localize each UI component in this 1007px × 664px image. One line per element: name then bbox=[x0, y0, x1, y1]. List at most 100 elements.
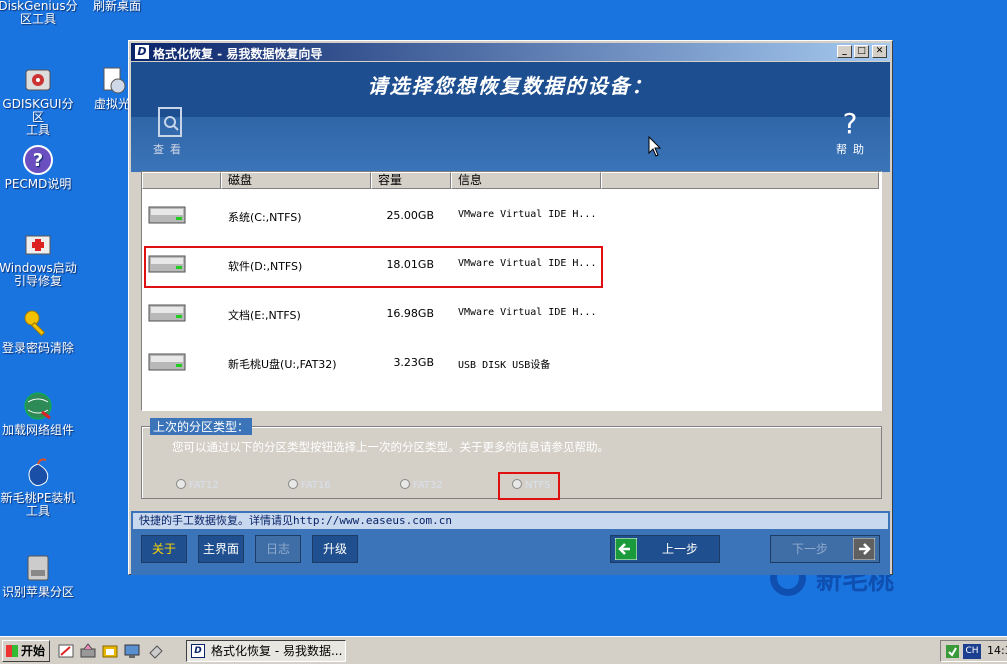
recovery-window: D 格式化恢复 - 易我数据恢复向导 _ □ ✕ 请选择您想恢复数据的设备： 查… bbox=[128, 40, 893, 575]
close-button[interactable]: ✕ bbox=[872, 45, 887, 58]
column-header-blank bbox=[142, 172, 221, 189]
back-button[interactable]: 上一步 bbox=[610, 535, 720, 563]
disk-name: 新毛桃U盘(U:,FAT32) bbox=[228, 358, 337, 371]
about-button[interactable]: 关于 bbox=[141, 535, 187, 563]
radio-label: FAT32 bbox=[413, 480, 443, 491]
radio-fat12[interactable]: FAT12 bbox=[176, 479, 219, 491]
desktop-icon-label: 加载网络组件 bbox=[1, 423, 74, 437]
desktop-icon-label: 登录密码清除 bbox=[1, 341, 74, 355]
group-description: 您可以通过以下的分区类型按钮选择上一次的分区类型。关于更多的信息请参见帮助。 bbox=[172, 440, 609, 454]
view-icon bbox=[158, 107, 182, 137]
desktop-icon-label: 识别苹果分区 bbox=[1, 585, 74, 599]
desktop-icon-pe-installer[interactable]: 新毛桃PE装机 工具 bbox=[0, 458, 78, 518]
virtual-drive-icon bbox=[103, 67, 126, 94]
highlight-ntfs bbox=[498, 472, 560, 500]
hard-disk-icon bbox=[148, 304, 186, 322]
desktop-icon-diskgenius[interactable]: DiskGenius分 区工具 bbox=[0, 0, 78, 26]
quicklaunch-disk-icon[interactable] bbox=[80, 643, 96, 659]
desktop-icon-label: PECMD说明 bbox=[4, 177, 72, 191]
desktop-icon-boot-repair[interactable]: Windows启动 引导修复 bbox=[0, 228, 78, 288]
disk-capacity: 3.23GB bbox=[393, 356, 434, 369]
table-row[interactable]: 系统(C:,NTFS) 25.00GB VMware Virtual IDE H… bbox=[142, 192, 879, 240]
column-header-capacity[interactable]: 容量 bbox=[371, 172, 451, 189]
view-button[interactable]: 查看 bbox=[153, 107, 187, 157]
desktop-icon-apple-partition[interactable]: 识别苹果分区 bbox=[0, 552, 78, 599]
desktop-icon-label: 新毛桃PE装机 工具 bbox=[0, 491, 76, 518]
mouse-cursor-icon bbox=[648, 136, 662, 157]
radio-label: FAT16 bbox=[301, 480, 331, 491]
maximize-button[interactable]: □ bbox=[854, 45, 869, 58]
table-row[interactable]: 新毛桃U盘(U:,FAT32) 3.23GB USB DISK USB设备 bbox=[142, 339, 879, 387]
app-logo-icon: D bbox=[135, 45, 149, 59]
desktop-icon-label: DiskGenius分 区工具 bbox=[0, 0, 78, 26]
windows-flag-icon bbox=[6, 645, 18, 657]
taskbar: 开始 D 格式化恢复 - 易我数据... CH 14:3 bbox=[0, 636, 1007, 664]
disk-capacity: 25.00GB bbox=[386, 209, 434, 222]
desktop-icon-pecmd[interactable]: ? PECMD说明 bbox=[0, 144, 78, 191]
system-tray: CH 14:3 bbox=[940, 640, 1007, 662]
desktop-icon-label: 刷新桌面 bbox=[92, 0, 141, 13]
start-label: 开始 bbox=[21, 644, 46, 658]
arrow-right-icon bbox=[853, 538, 875, 560]
quicklaunch-tool-icon[interactable] bbox=[58, 643, 74, 659]
info-line: 快捷的手工数据恢复。详情请见http://www.easeus.com.cn bbox=[133, 513, 888, 529]
network-globe-icon bbox=[24, 392, 52, 420]
language-indicator[interactable]: CH bbox=[963, 644, 981, 659]
hard-disk-icon bbox=[148, 206, 186, 224]
disk-info: VMware Virtual IDE H... bbox=[458, 307, 597, 318]
back-label: 上一步 bbox=[661, 542, 698, 556]
window-title: 格式化恢复 - 易我数据恢复向导 bbox=[153, 47, 323, 61]
hard-disk-icon bbox=[148, 353, 186, 371]
quicklaunch-folder-icon[interactable] bbox=[102, 643, 118, 659]
tray-network-icon[interactable] bbox=[945, 644, 960, 659]
column-header-info[interactable]: 信息 bbox=[451, 172, 601, 189]
list-header: 磁盘 容量 信息 bbox=[142, 172, 879, 189]
quicklaunch-eraser-icon[interactable] bbox=[148, 643, 164, 659]
taskbar-window-label: 格式化恢复 - 易我数据... bbox=[211, 644, 343, 658]
disk-info: VMware Virtual IDE H... bbox=[458, 209, 597, 220]
clock: 14:3 bbox=[987, 644, 1007, 657]
key-icon bbox=[24, 310, 46, 337]
desktop-icon-refresh[interactable]: 刷新桌面 bbox=[77, 0, 157, 13]
desktop-icon-label: Windows启动 引导修复 bbox=[0, 261, 77, 288]
help-button[interactable]: ? 帮助 bbox=[836, 107, 870, 157]
page-headline: 请选择您想恢复数据的设备： bbox=[367, 74, 654, 98]
radio-fat32[interactable]: FAT32 bbox=[400, 479, 443, 491]
quicklaunch-monitor-icon[interactable] bbox=[124, 643, 140, 659]
svg-text:?: ? bbox=[843, 107, 864, 137]
radio-label: FAT12 bbox=[189, 480, 219, 491]
desktop-icon-label: GDISKGUI分区 工具 bbox=[2, 97, 74, 137]
column-header-filler bbox=[601, 172, 879, 189]
device-list: 磁盘 容量 信息 系统(C:,NTFS) 25.00GB VMware Virt… bbox=[141, 171, 882, 411]
desktop-icon-gdiskgui[interactable]: GDISKGUI分区 工具 bbox=[0, 64, 78, 137]
minimize-button[interactable]: _ bbox=[837, 45, 852, 58]
radio-fat16[interactable]: FAT16 bbox=[288, 479, 331, 491]
disk-info: USB DISK USB设备 bbox=[458, 360, 551, 371]
table-row[interactable]: 文档(E:,NTFS) 16.98GB VMware Virtual IDE H… bbox=[142, 290, 879, 338]
title-bar[interactable]: D 格式化恢复 - 易我数据恢复向导 _ □ ✕ bbox=[131, 43, 890, 61]
taskbar-window-button[interactable]: D 格式化恢复 - 易我数据... bbox=[186, 640, 346, 662]
help-question-icon: ? bbox=[843, 107, 864, 137]
disk-name: 系统(C:,NTFS) bbox=[228, 211, 302, 224]
toolbar: 查看 ? 帮助 bbox=[131, 107, 890, 172]
column-header-disk[interactable]: 磁盘 bbox=[221, 172, 371, 189]
gdiskgui-icon bbox=[25, 69, 51, 91]
next-button: 下一步 bbox=[770, 535, 880, 563]
help-icon: ? bbox=[23, 145, 53, 175]
start-button[interactable]: 开始 bbox=[2, 640, 50, 662]
next-label: 下一步 bbox=[791, 542, 828, 556]
disk-name: 文档(E:,NTFS) bbox=[228, 309, 301, 322]
app-logo-icon: D bbox=[191, 644, 205, 658]
help-label: 帮助 bbox=[836, 143, 870, 156]
peach-icon bbox=[28, 458, 49, 486]
main-menu-button[interactable]: 主界面 bbox=[198, 535, 244, 563]
desktop-icon-network[interactable]: 加载网络组件 bbox=[0, 390, 78, 437]
upgrade-button[interactable]: 升级 bbox=[312, 535, 358, 563]
log-button: 日志 bbox=[255, 535, 301, 563]
header-band: 请选择您想恢复数据的设备： bbox=[131, 62, 890, 117]
partition-type-group: 上次的分区类型： 您可以通过以下的分区类型按钮选择上一次的分区类型。关于更多的信… bbox=[141, 418, 882, 500]
disk-drive-icon bbox=[27, 555, 49, 581]
disk-capacity: 16.98GB bbox=[386, 307, 434, 320]
desktop-icon-password-clear[interactable]: 登录密码清除 bbox=[0, 308, 78, 355]
highlight-selected-disk bbox=[144, 246, 603, 288]
